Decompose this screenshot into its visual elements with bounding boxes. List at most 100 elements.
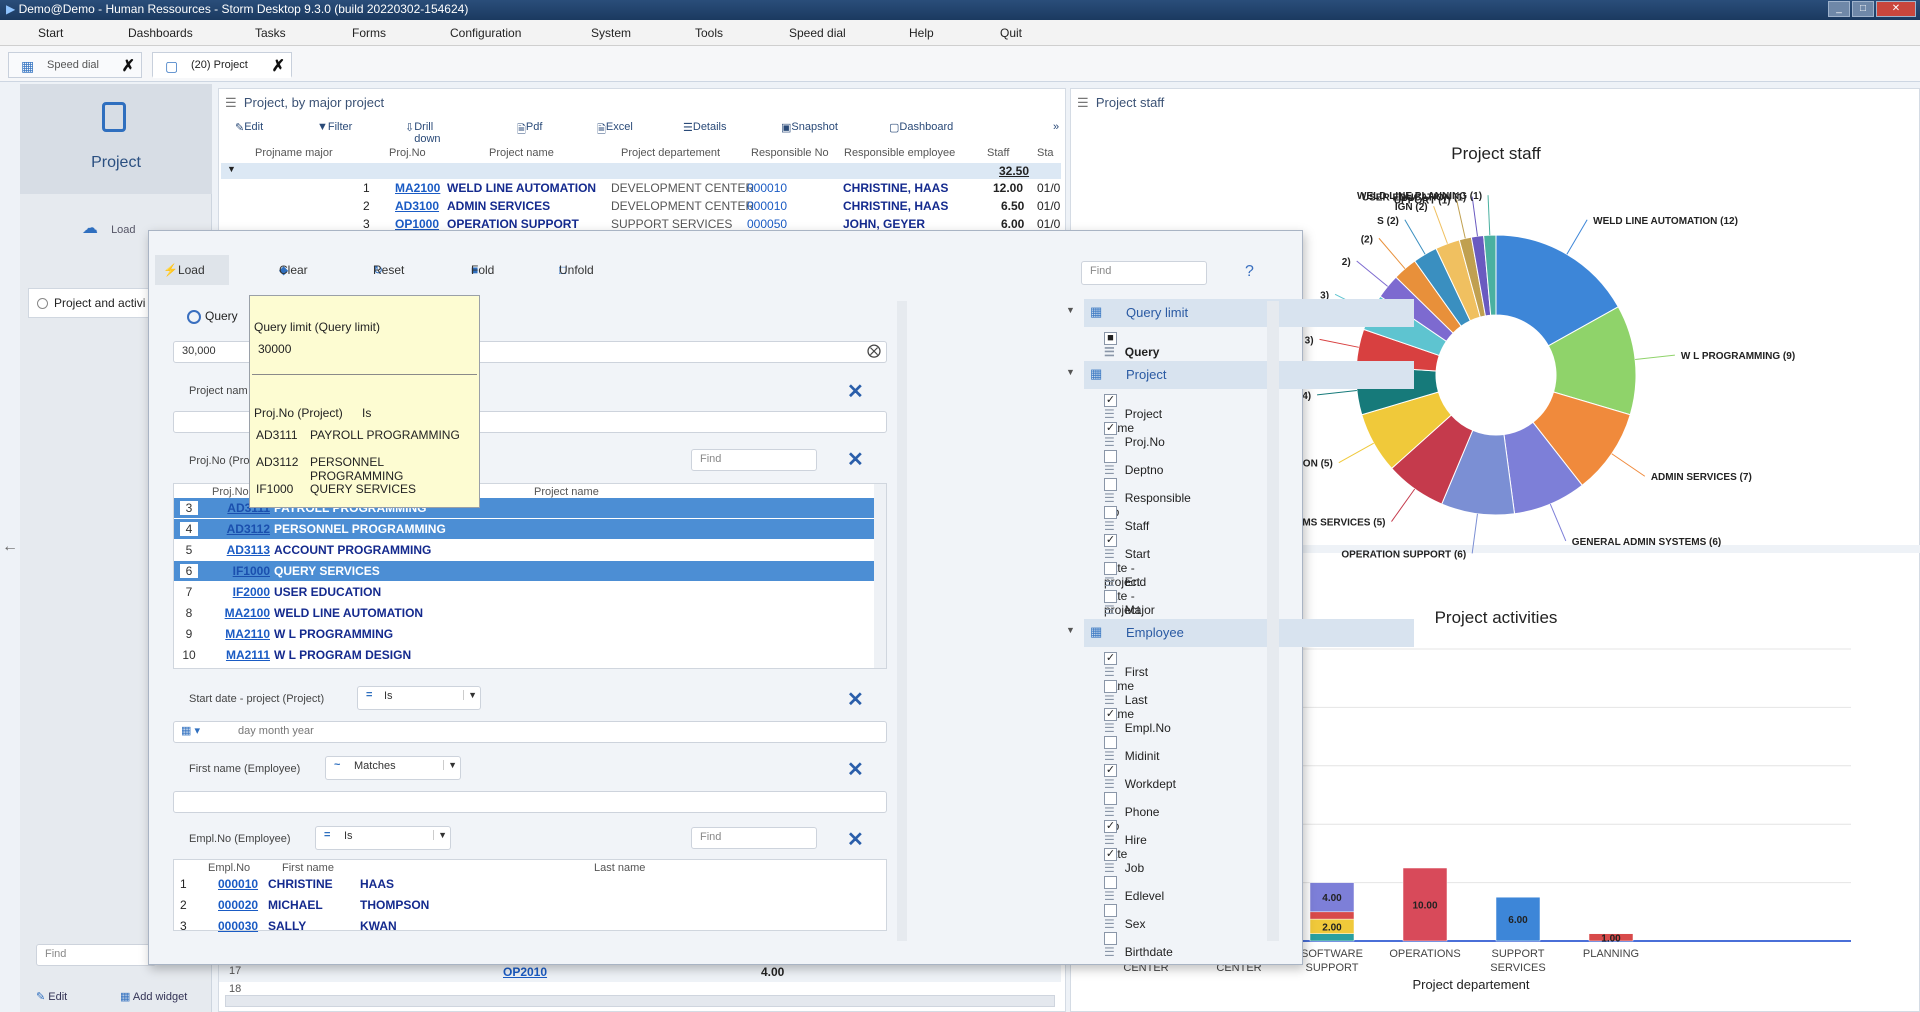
edit-button[interactable]: ✎ Edit — [235, 121, 263, 134]
tree-item[interactable]: ✓☰ Job — [1104, 847, 1144, 875]
col-responsible-employee[interactable]: Responsible employee — [844, 147, 955, 159]
tree-item[interactable]: ☰ Midinit — [1104, 735, 1159, 763]
minimize-button[interactable]: _ — [1828, 1, 1850, 17]
col-start[interactable]: Sta — [1037, 147, 1054, 159]
checkbox[interactable] — [1104, 450, 1117, 464]
tree-item[interactable]: ✓☰ Empl.No — [1104, 707, 1171, 735]
query-limit-radio[interactable]: Query — [187, 309, 238, 324]
list-item[interactable]: 5 AD3113 ACCOUNT PROGRAMMING — [174, 540, 874, 560]
list-item[interactable]: 1 000010 CHRISTINE HAAS — [174, 874, 874, 894]
col-project-departement[interactable]: Project departement — [621, 147, 720, 159]
sidebar-find-input[interactable]: Find — [36, 944, 156, 966]
close-tab-icon[interactable]: ✗ — [272, 56, 285, 76]
emplno-link[interactable]: 000010 — [218, 877, 258, 891]
checkbox[interactable] — [1104, 680, 1117, 694]
col-project-name[interactable]: Project name — [489, 147, 554, 159]
tab-speed-dial[interactable]: ▦ Speed dial ✗ — [8, 52, 142, 78]
help-icon[interactable]: ? — [1245, 263, 1254, 281]
menu-dashboards[interactable]: Dashboards — [128, 26, 193, 40]
checkbox[interactable]: ■ — [1104, 332, 1117, 346]
col-first-name[interactable]: First name — [282, 862, 334, 874]
list-item[interactable]: 9 MA2110 W L PROGRAMMING — [174, 624, 874, 644]
col-projno[interactable]: Proj.No — [212, 486, 249, 498]
tree-item[interactable]: ☰ Sex — [1104, 903, 1145, 931]
maximize-button[interactable]: □ — [1852, 1, 1874, 17]
checkbox[interactable] — [1104, 904, 1117, 918]
vertical-scrollbar[interactable] — [874, 484, 886, 668]
filter-button[interactable]: ▼ Filter — [317, 121, 352, 133]
add-widget-button[interactable]: ▦ Add widget — [120, 990, 187, 1003]
menu-icon[interactable]: ☰ — [225, 95, 237, 110]
list-item[interactable]: 3 000030 SALLY KWAN — [174, 916, 874, 936]
clear-input-icon[interactable]: ⨂ — [867, 342, 881, 359]
checkbox[interactable]: ✓ — [1104, 764, 1117, 778]
projno-link[interactable]: MA2110 — [198, 627, 270, 641]
remove-filter-icon[interactable]: ✕ — [847, 827, 864, 852]
projno-link[interactable]: IF2000 — [198, 585, 270, 599]
remove-filter-icon[interactable]: ✕ — [847, 757, 864, 782]
tree-item[interactable]: ☰ Staff — [1104, 505, 1149, 533]
projno-find-input[interactable]: Find — [691, 449, 817, 471]
checkbox[interactable] — [1104, 590, 1117, 604]
first-name-input[interactable] — [173, 791, 887, 813]
col-project-name[interactable]: Project name — [534, 486, 599, 498]
tree-group[interactable]: ▼ ▦ Employee — [1066, 619, 1414, 647]
details-button[interactable]: ☰ Details — [683, 121, 727, 134]
tree-item[interactable]: ☰ Birthdate — [1104, 931, 1173, 959]
close-window-button[interactable]: ✕ — [1876, 1, 1916, 17]
emplno-link[interactable]: 000020 — [218, 898, 258, 912]
list-item[interactable]: 7 IF2000 USER EDUCATION — [174, 582, 874, 602]
first-name-operator-select[interactable]: ~ Matches ▼ — [325, 756, 461, 780]
calendar-icon[interactable]: ▦ ▾ — [181, 724, 200, 737]
sidebar-load-button[interactable]: ☁ Load — [82, 218, 136, 238]
group-total-row[interactable]: 32.50 ▼ — [221, 163, 1061, 179]
collapse-icon[interactable]: ▼ — [227, 164, 236, 174]
remove-filter-icon[interactable]: ✕ — [847, 687, 864, 712]
list-item[interactable]: 10 MA2111 W L PROGRAM DESIGN — [174, 645, 874, 665]
checkbox[interactable]: ✓ — [1104, 534, 1117, 548]
col-staff[interactable]: Staff — [987, 147, 1009, 159]
vertical-scrollbar[interactable] — [1267, 301, 1279, 941]
dashboard-button[interactable]: ▢ Dashboard — [889, 121, 953, 134]
table-row[interactable]: 1 MA2100 WELD LINE AUTOMATION DEVELOPMEN… — [219, 181, 1061, 198]
tree-item[interactable]: ☰ Edlevel — [1104, 875, 1164, 903]
checkbox[interactable]: ✓ — [1104, 820, 1117, 834]
checkbox[interactable] — [1104, 562, 1117, 576]
excel-button[interactable]: 🗎 Excel — [597, 121, 633, 140]
checkbox[interactable] — [1104, 736, 1117, 750]
col-emplno[interactable]: Empl.No — [208, 862, 250, 874]
more-icon[interactable]: » — [1053, 121, 1059, 133]
checkbox[interactable] — [1104, 876, 1117, 890]
collapse-icon[interactable]: ▼ — [1066, 625, 1075, 635]
checkbox[interactable]: ✓ — [1104, 652, 1117, 666]
collapse-icon[interactable]: ▼ — [1066, 305, 1075, 315]
tab-project[interactable]: ▢ (20) Project ✗ — [152, 52, 292, 78]
menu-tools[interactable]: Tools — [695, 26, 723, 40]
remove-filter-icon[interactable]: ✕ — [847, 447, 864, 472]
list-item[interactable]: 6 IF1000 QUERY SERVICES — [174, 561, 874, 581]
checkbox[interactable]: ✓ — [1104, 708, 1117, 722]
checkbox[interactable]: ✓ — [1104, 422, 1117, 436]
col-responsible-no[interactable]: Responsible No — [751, 147, 829, 159]
menu-quit[interactable]: Quit — [1000, 26, 1022, 40]
projno-link[interactable]: MA2100 — [198, 606, 270, 620]
menu-forms[interactable]: Forms — [352, 26, 386, 40]
menu-tasks[interactable]: Tasks — [255, 26, 286, 40]
snapshot-button[interactable]: ▣ Snapshot — [781, 121, 838, 134]
tree-item[interactable]: ☰ Deptno — [1104, 449, 1163, 477]
projno-link[interactable]: AD3113 — [198, 543, 270, 557]
horizontal-scrollbar[interactable] — [225, 995, 1055, 1007]
tree-group[interactable]: ▼ ▦ Project — [1066, 361, 1414, 389]
checkbox[interactable]: ✓ — [1104, 848, 1117, 862]
checkbox[interactable]: ✓ — [1104, 394, 1117, 408]
list-item[interactable]: 8 MA2100 WELD LINE AUTOMATION — [174, 603, 874, 623]
remove-filter-icon[interactable]: ✕ — [847, 379, 864, 404]
menu-system[interactable]: System — [591, 26, 631, 40]
col-projname-major[interactable]: Projname major — [255, 147, 333, 159]
vertical-scrollbar[interactable] — [897, 301, 907, 941]
table-row[interactable]: 2 AD3100 ADMIN SERVICES DEVELOPMENT CENT… — [219, 199, 1061, 216]
collapse-icon[interactable]: ▼ — [1066, 367, 1075, 377]
menu-help[interactable]: Help — [909, 26, 934, 40]
list-item[interactable]: 4 AD3112 PERSONNEL PROGRAMMING — [174, 519, 874, 539]
checkbox[interactable] — [1104, 506, 1117, 520]
